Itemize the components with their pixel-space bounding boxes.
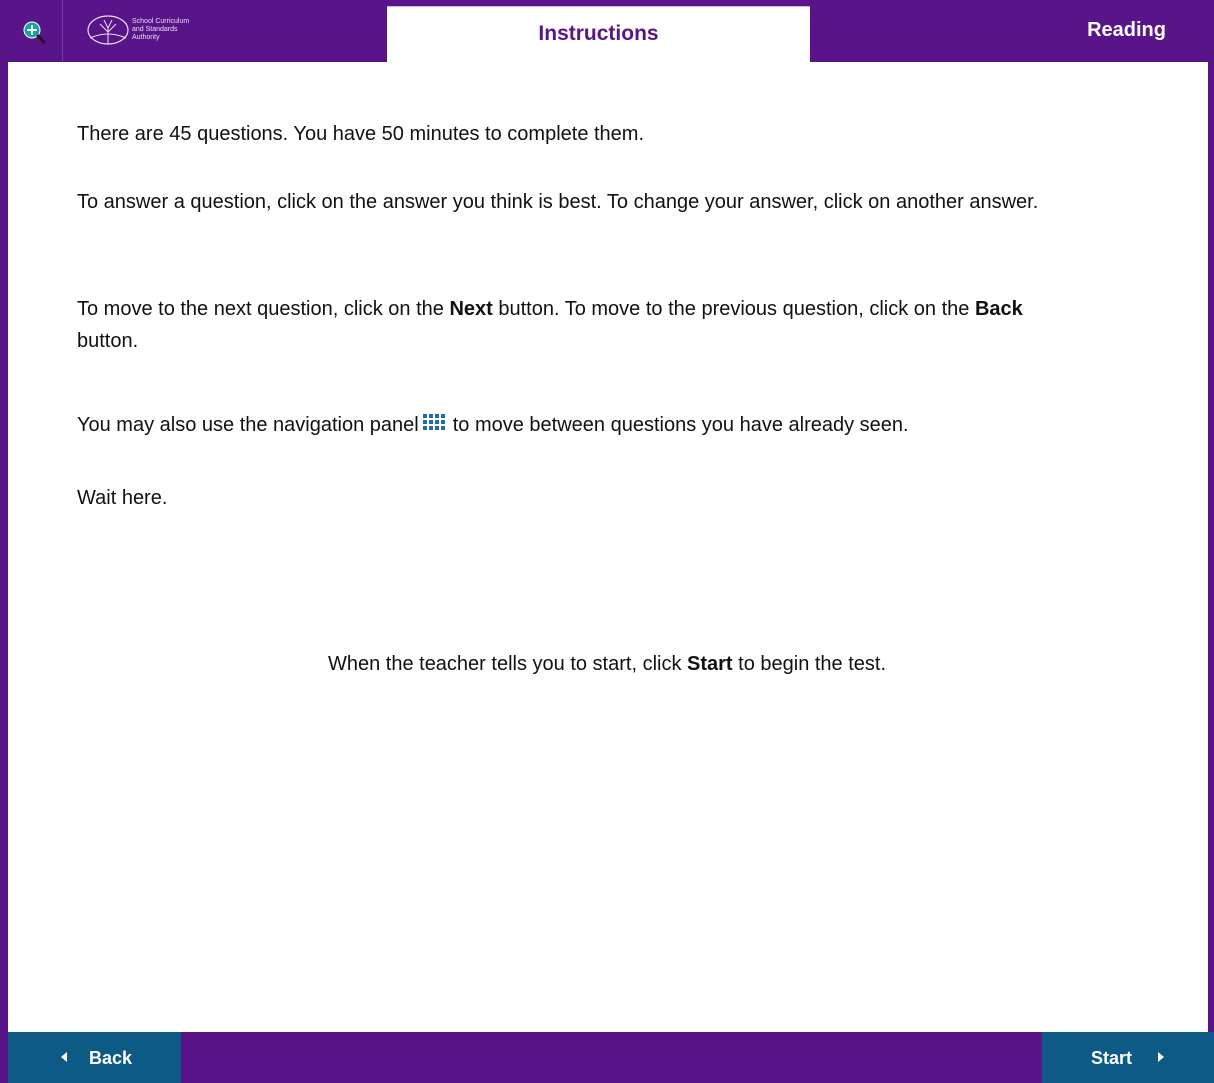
chevron-left-icon [61, 1052, 67, 1062]
instruction-nav-panel-text-2: to move between questions you have alrea… [452, 414, 909, 436]
instruction-navigation-text-2: button. To move to the previous question… [492, 298, 975, 320]
instruction-questions: There are 45 questions. You have 50 minu… [77, 123, 645, 145]
instruction-navigation-text-3: button. [77, 330, 139, 352]
app-frame [0, 0, 1214, 1083]
instruction-nav-panel-text-1: You may also use the navigation panel [77, 414, 419, 436]
logo: School Curriculum and Standards Authorit… [86, 12, 226, 52]
back-button[interactable]: Back [8, 1032, 181, 1083]
start-instruction: When the teacher tells you to start, cli… [0, 648, 1214, 680]
footer-bar: Back Start [0, 1032, 1214, 1083]
back-button-label: Back [89, 1048, 133, 1068]
start-button[interactable]: Start [1042, 1032, 1214, 1083]
header-bar: School Curriculum and Standards Authorit… [0, 0, 1214, 62]
instruction-nav-panel: You may also use the navigation panel to… [77, 409, 909, 442]
page-title: Instructions [538, 22, 659, 45]
start-instruction-text-1: When the teacher tells you to start, cli… [327, 653, 688, 675]
grid-icon [422, 408, 447, 440]
chevron-right-icon [1158, 1052, 1164, 1062]
start-button-label: Start [1091, 1048, 1133, 1068]
instruction-navigation-text-1: To move to the next question, click on t… [77, 298, 450, 320]
zoom-in-icon [23, 21, 46, 44]
logo-text: School Curriculum and Standards Authorit… [132, 18, 222, 42]
subject-label: Reading [1087, 19, 1166, 41]
logo-line-2: and Standards [132, 26, 178, 33]
next-keyword: Next [449, 298, 493, 320]
tree-logo-icon [87, 15, 129, 45]
instruction-navigation: To move to the next question, click on t… [77, 293, 1077, 357]
logo-line-3: Authority [132, 34, 160, 41]
start-keyword: Start [687, 653, 733, 675]
instruction-answer: To answer a question, click on the answe… [77, 191, 1039, 213]
page-title-tab: Instructions [387, 6, 810, 62]
instruction-wait: Wait here. [77, 487, 168, 509]
back-keyword: Back [974, 298, 1023, 320]
start-instruction-text-2: to begin the test. [732, 653, 887, 675]
zoom-button[interactable] [0, 0, 63, 62]
logo-line-1: School Curriculum [132, 18, 190, 25]
